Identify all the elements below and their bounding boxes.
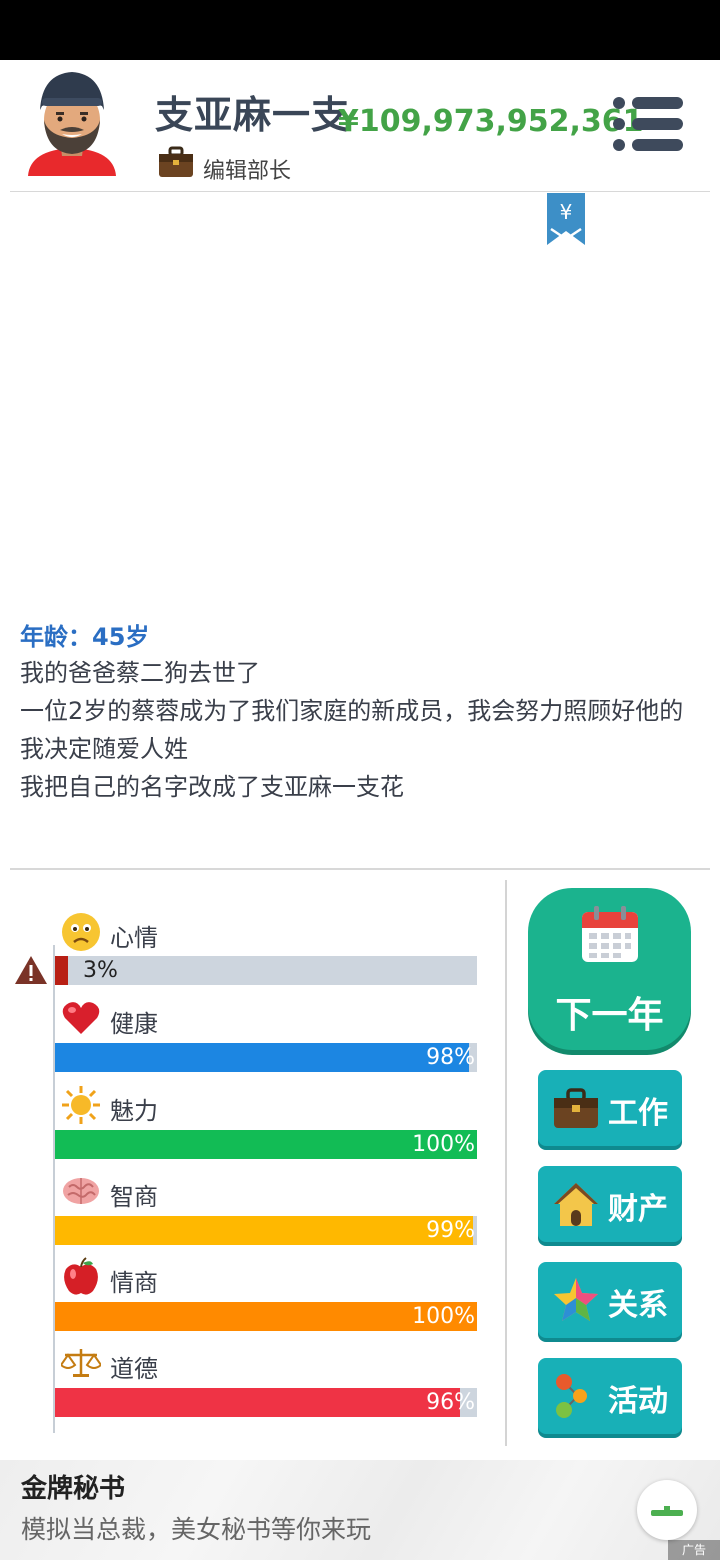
stat-label: 道德 <box>110 1355 158 1383</box>
bookmark-symbol: ¥ <box>560 200 573 224</box>
log-line: 我把自己的名字改成了支亚麻一支花 <box>20 773 404 801</box>
property-button[interactable]: 财产 <box>538 1166 682 1242</box>
apple-icon <box>64 1257 98 1295</box>
relations-label: 关系 <box>608 1288 668 1323</box>
activity-dots-icon <box>556 1374 587 1418</box>
avatar[interactable] <box>26 70 118 178</box>
calendar-icon <box>582 906 638 962</box>
next-year-label: 下一年 <box>555 995 664 1036</box>
ad-action-button[interactable] <box>637 1480 697 1540</box>
stat-label: 情商 <box>110 1269 158 1297</box>
stat-bar: 100% <box>55 1130 477 1159</box>
ad-banner[interactable]: 金牌秘书 模拟当总裁，美女秘书等你来玩 <box>0 1460 720 1560</box>
heart-icon <box>62 1002 100 1034</box>
stats-axis <box>53 945 55 1433</box>
activities-button[interactable]: 活动 <box>538 1358 682 1434</box>
stat-bar-fill <box>55 1216 473 1245</box>
brain-icon <box>63 1178 99 1204</box>
worried-face-icon <box>62 913 100 951</box>
age-label: 年龄：45岁 <box>20 623 150 651</box>
status-bar <box>0 0 720 60</box>
stat-value: 3% <box>83 958 118 983</box>
star-icon <box>554 1278 598 1321</box>
house-icon <box>554 1183 598 1226</box>
stat-bar-fill <box>55 1388 461 1417</box>
sun-icon <box>62 1086 100 1124</box>
stat-value: 99% <box>426 1218 475 1243</box>
stat-label: 智商 <box>110 1183 158 1211</box>
menu-icon[interactable] <box>612 96 684 152</box>
yuan-bookmark-icon[interactable]: ¥ <box>547 193 585 245</box>
warning-icon <box>15 956 47 984</box>
scales-icon <box>61 1349 101 1377</box>
stat-bar: 3% <box>55 956 477 985</box>
stat-value: 96% <box>426 1390 475 1415</box>
ad-title: 金牌秘书 <box>21 1474 126 1504</box>
header-divider <box>10 191 710 192</box>
player-name: 支亚麻一支 <box>155 93 351 137</box>
stat-bar-fill <box>55 1043 469 1072</box>
job-title: 编辑部长 <box>203 159 292 184</box>
panel-divider <box>505 880 507 1446</box>
life-log: 年龄：45岁 我的爸爸蔡二狗去世了 一位2岁的蔡蓉成为了我们家庭的新成员，我会努… <box>20 617 700 810</box>
relations-button[interactable]: 关系 <box>538 1262 682 1338</box>
stat-bar-fill <box>55 956 68 985</box>
section-divider <box>10 868 710 870</box>
stat-value: 98% <box>426 1045 475 1070</box>
stat-bar: 99% <box>55 1216 477 1245</box>
stat-value: 100% <box>412 1304 475 1329</box>
activities-label: 活动 <box>608 1384 668 1419</box>
briefcase-icon <box>159 146 193 177</box>
work-label: 工作 <box>608 1096 668 1131</box>
briefcase-icon <box>554 1088 598 1128</box>
next-year-button[interactable]: 下一年 <box>528 888 691 1050</box>
log-line: 我决定随爱人姓 <box>20 735 188 763</box>
stat-label: 心情 <box>110 924 158 952</box>
stat-label: 健康 <box>110 1010 158 1038</box>
property-label: 财产 <box>608 1192 668 1227</box>
ad-subtitle: 模拟当总裁，美女秘书等你来玩 <box>21 1515 372 1544</box>
work-button[interactable]: 工作 <box>538 1070 682 1146</box>
stat-label: 魅力 <box>110 1097 158 1125</box>
stat-bar: 98% <box>55 1043 477 1072</box>
download-icon <box>651 1506 683 1516</box>
stat-bar: 100% <box>55 1302 477 1331</box>
log-line: 一位2岁的蔡蓉成为了我们家庭的新成员，我会努力照顾好他的 <box>20 697 684 725</box>
stat-value: 100% <box>412 1132 475 1157</box>
ad-badge: 广告 <box>668 1540 720 1560</box>
log-line: 我的爸爸蔡二狗去世了 <box>20 659 260 687</box>
stat-bar: 96% <box>55 1388 477 1417</box>
money-amount: ¥109,973,952,361 <box>338 104 644 139</box>
